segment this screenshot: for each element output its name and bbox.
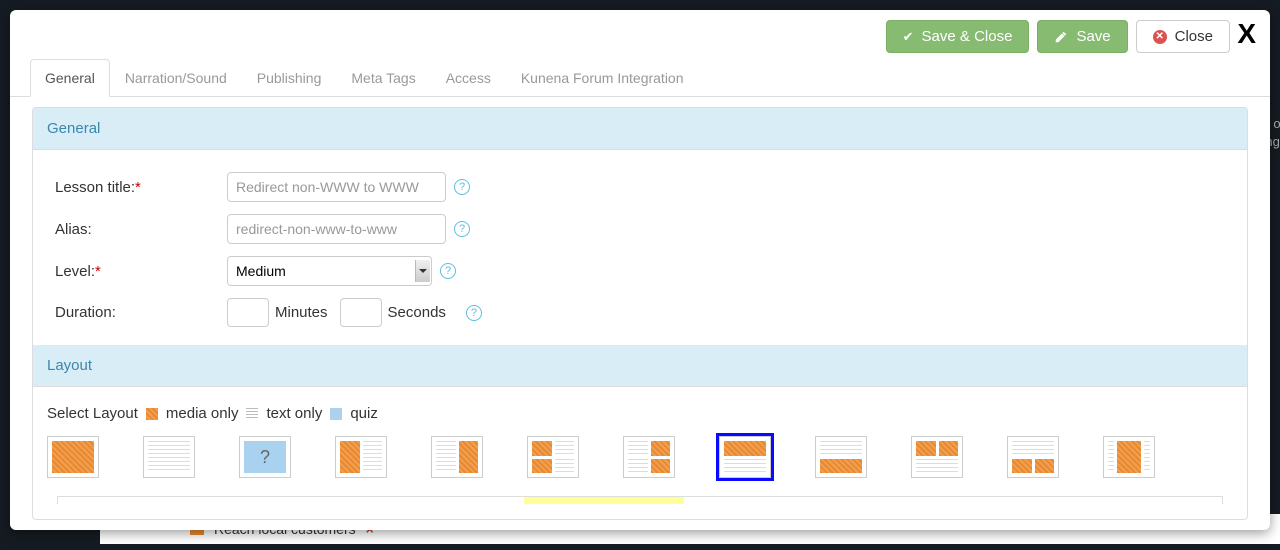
swatch-media-icon — [146, 408, 158, 420]
layout-opt-11[interactable] — [1103, 436, 1155, 478]
save-button[interactable]: Save — [1037, 20, 1127, 53]
cancel-icon: ✕ — [1153, 30, 1167, 44]
layout-opt-10[interactable] — [1007, 436, 1059, 478]
label-alias: Alias: — [55, 221, 227, 238]
tab-bar: General Narration/Sound Publishing Meta … — [10, 59, 1270, 97]
tab-access[interactable]: Access — [431, 59, 506, 97]
layout-grid: ? — [33, 430, 1247, 496]
legend-quiz: quiz — [350, 405, 378, 422]
close-button[interactable]: ✕ Close — [1136, 20, 1230, 53]
help-icon[interactable]: ? — [466, 305, 482, 321]
section-layout-header: Layout — [33, 345, 1247, 387]
alias-input[interactable] — [227, 214, 446, 244]
layout-opt-5[interactable] — [527, 436, 579, 478]
help-icon[interactable]: ? — [454, 179, 470, 195]
layout-opt-3[interactable] — [335, 436, 387, 478]
layout-legend: Select Layout media only text only quiz — [33, 387, 1247, 430]
label-duration: Duration: — [55, 304, 227, 321]
layout-opt-4[interactable] — [431, 436, 483, 478]
seconds-label: Seconds — [388, 304, 446, 321]
tab-narration[interactable]: Narration/Sound — [110, 59, 242, 97]
tab-panel: General Lesson title:* ? Alias: ? Level:… — [32, 107, 1248, 520]
layout-opt-6[interactable] — [623, 436, 675, 478]
layout-opt-8[interactable] — [815, 436, 867, 478]
layout-opt-9[interactable] — [911, 436, 963, 478]
close-label: Close — [1175, 28, 1213, 45]
lesson-title-input[interactable] — [227, 172, 446, 202]
row-alias: Alias: ? — [55, 214, 1225, 244]
layout-opt-7[interactable] — [719, 436, 771, 478]
swatch-text-icon — [246, 408, 258, 420]
level-select[interactable]: Medium — [227, 256, 432, 286]
edit-icon — [1054, 30, 1068, 44]
seconds-input[interactable] — [340, 298, 382, 327]
save-close-label: Save & Close — [922, 28, 1013, 45]
check-icon — [903, 28, 914, 45]
save-close-button[interactable]: Save & Close — [886, 20, 1030, 53]
select-layout-label: Select Layout — [47, 405, 138, 422]
legend-media: media only — [166, 405, 239, 422]
row-level: Level:* Medium ? — [55, 256, 1225, 286]
layout-opt-2[interactable]: ? — [239, 436, 291, 478]
toolbar: Save & Close Save ✕ Close — [10, 10, 1270, 59]
layout-opt-0[interactable] — [47, 436, 99, 478]
tab-publishing[interactable]: Publishing — [242, 59, 337, 97]
tab-general[interactable]: General — [30, 59, 110, 97]
layout-opt-1[interactable] — [143, 436, 195, 478]
form-general: Lesson title:* ? Alias: ? Level:* Medium… — [33, 150, 1247, 345]
minutes-input[interactable] — [227, 298, 269, 327]
help-icon[interactable]: ? — [454, 221, 470, 237]
label-level: Level:* — [55, 263, 227, 280]
label-lesson-title: Lesson title:* — [55, 179, 227, 196]
legend-text: text only — [266, 405, 322, 422]
tab-meta[interactable]: Meta Tags — [336, 59, 430, 97]
row-duration: Duration: Minutes Seconds ? — [55, 298, 1225, 327]
modal-close-x[interactable]: X — [1237, 18, 1256, 50]
minutes-label: Minutes — [275, 304, 328, 321]
tab-kunena[interactable]: Kunena Forum Integration — [506, 59, 699, 97]
row-lesson-title: Lesson title:* ? — [55, 172, 1225, 202]
save-label: Save — [1076, 28, 1110, 45]
help-icon[interactable]: ? — [440, 263, 456, 279]
section-general-header: General — [33, 108, 1247, 150]
bottom-partial — [57, 496, 1223, 504]
modal-dialog: X Save & Close Save ✕ Close General Narr… — [10, 10, 1270, 530]
swatch-quiz-icon — [330, 408, 342, 420]
